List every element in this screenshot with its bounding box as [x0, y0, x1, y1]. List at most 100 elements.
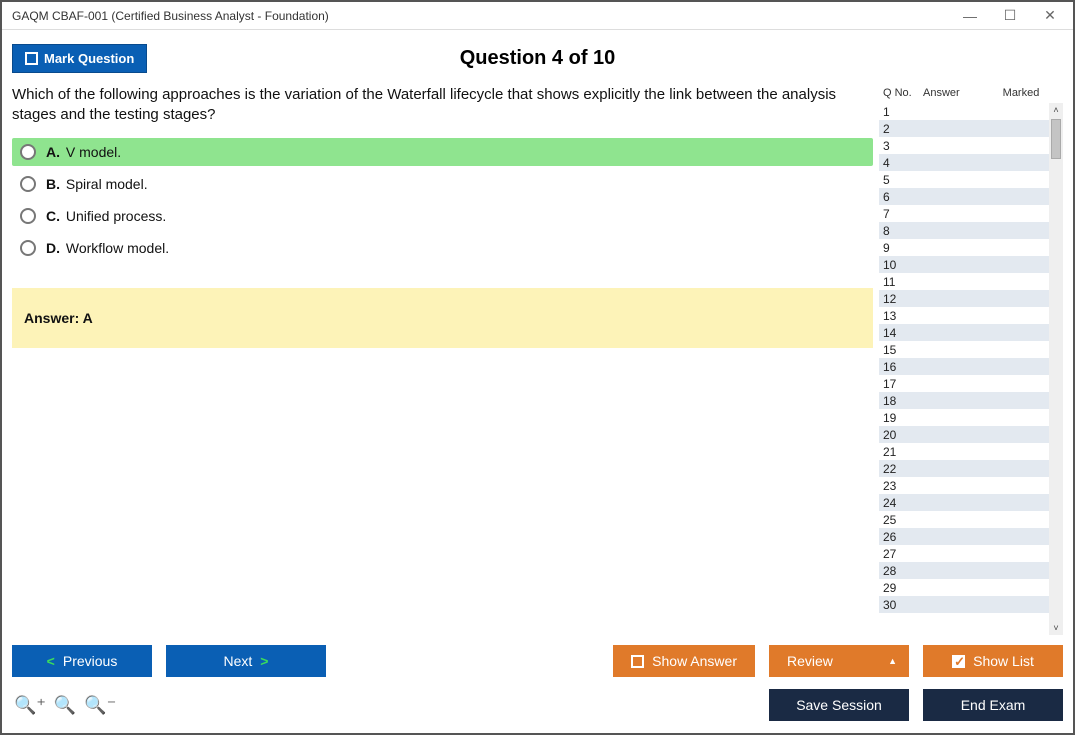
- list-item[interactable]: 23: [879, 477, 1049, 494]
- list-item-number: 15: [883, 343, 923, 357]
- list-item-number: 8: [883, 224, 923, 238]
- radio-icon: [20, 144, 36, 160]
- zoom-in-icon[interactable]: 🔍⁺: [14, 695, 46, 716]
- mark-question-label: Mark Question: [44, 51, 134, 66]
- list-item[interactable]: 29: [879, 579, 1049, 596]
- maximize-icon[interactable]: ☐: [993, 4, 1027, 28]
- option-c[interactable]: C. Unified process.: [12, 202, 873, 230]
- app-window: GAQM CBAF-001 (Certified Business Analys…: [0, 0, 1075, 735]
- question-text: Which of the following approaches is the…: [12, 85, 873, 126]
- mark-question-button[interactable]: Mark Question: [12, 44, 147, 73]
- zoom-out-icon[interactable]: 🔍⁻: [84, 695, 116, 716]
- option-text: A. V model.: [46, 144, 121, 160]
- next-label: Next: [224, 653, 253, 669]
- question-list[interactable]: 1234567891011121314151617181920212223242…: [879, 103, 1049, 635]
- option-d[interactable]: D. Workflow model.: [12, 234, 873, 262]
- option-text: B. Spiral model.: [46, 176, 148, 192]
- list-item[interactable]: 1: [879, 103, 1049, 120]
- end-exam-button[interactable]: End Exam: [923, 689, 1063, 721]
- previous-button[interactable]: < Previous: [12, 645, 152, 677]
- list-item[interactable]: 30: [879, 596, 1049, 613]
- list-item[interactable]: 9: [879, 239, 1049, 256]
- header-row: Mark Question Question 4 of 10: [2, 30, 1073, 77]
- list-item[interactable]: 5: [879, 171, 1049, 188]
- previous-label: Previous: [63, 653, 117, 669]
- list-item[interactable]: 11: [879, 273, 1049, 290]
- radio-icon: [20, 208, 36, 224]
- show-list-label: Show List: [973, 653, 1034, 669]
- scrollbar[interactable]: ˄ ˅: [1049, 103, 1063, 635]
- list-item[interactable]: 7: [879, 205, 1049, 222]
- list-item[interactable]: 14: [879, 324, 1049, 341]
- radio-icon: [20, 176, 36, 192]
- close-icon[interactable]: ✕: [1033, 4, 1067, 28]
- scroll-thumb[interactable]: [1051, 119, 1061, 159]
- list-item[interactable]: 17: [879, 375, 1049, 392]
- checkbox-icon: [631, 655, 644, 668]
- list-item[interactable]: 16: [879, 358, 1049, 375]
- save-session-button[interactable]: Save Session: [769, 689, 909, 721]
- scroll-down-icon[interactable]: ˅: [1049, 621, 1063, 635]
- button-row-2: 🔍⁺ 🔍 🔍⁻ Save Session End Exam: [12, 689, 1063, 721]
- list-item-number: 21: [883, 445, 923, 459]
- list-item[interactable]: 8: [879, 222, 1049, 239]
- radio-icon: [20, 240, 36, 256]
- checkbox-icon: [25, 52, 38, 65]
- list-item[interactable]: 24: [879, 494, 1049, 511]
- show-list-button[interactable]: Show List: [923, 645, 1063, 677]
- list-item-number: 3: [883, 139, 923, 153]
- save-session-label: Save Session: [796, 697, 882, 713]
- list-item-number: 22: [883, 462, 923, 476]
- list-item[interactable]: 10: [879, 256, 1049, 273]
- list-item-number: 7: [883, 207, 923, 221]
- list-item-number: 6: [883, 190, 923, 204]
- list-item[interactable]: 25: [879, 511, 1049, 528]
- list-item[interactable]: 13: [879, 307, 1049, 324]
- list-item[interactable]: 3: [879, 137, 1049, 154]
- list-item-number: 16: [883, 360, 923, 374]
- list-item[interactable]: 2: [879, 120, 1049, 137]
- list-item[interactable]: 15: [879, 341, 1049, 358]
- window-controls: — ☐ ✕: [953, 4, 1067, 28]
- list-item-number: 2: [883, 122, 923, 136]
- zoom-reset-icon[interactable]: 🔍: [54, 695, 76, 716]
- list-item-number: 17: [883, 377, 923, 391]
- list-item[interactable]: 18: [879, 392, 1049, 409]
- list-item-number: 26: [883, 530, 923, 544]
- option-text: D. Workflow model.: [46, 240, 169, 256]
- list-item[interactable]: 27: [879, 545, 1049, 562]
- list-item-number: 27: [883, 547, 923, 561]
- question-list-header: Q No. Answer Marked: [879, 85, 1063, 103]
- list-item[interactable]: 20: [879, 426, 1049, 443]
- list-item[interactable]: 22: [879, 460, 1049, 477]
- list-item[interactable]: 12: [879, 290, 1049, 307]
- col-marked: Marked: [983, 87, 1059, 99]
- checkbox-checked-icon: [952, 655, 965, 668]
- question-heading: Question 4 of 10: [460, 47, 616, 70]
- list-item-number: 20: [883, 428, 923, 442]
- list-item[interactable]: 6: [879, 188, 1049, 205]
- scroll-up-icon[interactable]: ˄: [1049, 103, 1063, 117]
- list-item-number: 24: [883, 496, 923, 510]
- titlebar: GAQM CBAF-001 (Certified Business Analys…: [2, 2, 1073, 30]
- list-item-number: 19: [883, 411, 923, 425]
- list-item[interactable]: 26: [879, 528, 1049, 545]
- next-button[interactable]: Next >: [166, 645, 326, 677]
- show-answer-button[interactable]: Show Answer: [613, 645, 755, 677]
- option-text: C. Unified process.: [46, 208, 166, 224]
- list-item-number: 29: [883, 581, 923, 595]
- options-list: A. V model. B. Spiral model. C. Unified pr…: [12, 138, 873, 266]
- question-list-panel: Q No. Answer Marked 12345678910111213141…: [879, 85, 1063, 635]
- list-item[interactable]: 21: [879, 443, 1049, 460]
- body: Which of the following approaches is the…: [2, 77, 1073, 635]
- list-item[interactable]: 4: [879, 154, 1049, 171]
- list-item[interactable]: 28: [879, 562, 1049, 579]
- review-button[interactable]: Review ▲: [769, 645, 909, 677]
- option-a[interactable]: A. V model.: [12, 138, 873, 166]
- list-item-number: 14: [883, 326, 923, 340]
- list-item[interactable]: 19: [879, 409, 1049, 426]
- option-b[interactable]: B. Spiral model.: [12, 170, 873, 198]
- minimize-icon[interactable]: —: [953, 4, 987, 28]
- list-item-number: 25: [883, 513, 923, 527]
- scroll-track[interactable]: [1049, 117, 1063, 621]
